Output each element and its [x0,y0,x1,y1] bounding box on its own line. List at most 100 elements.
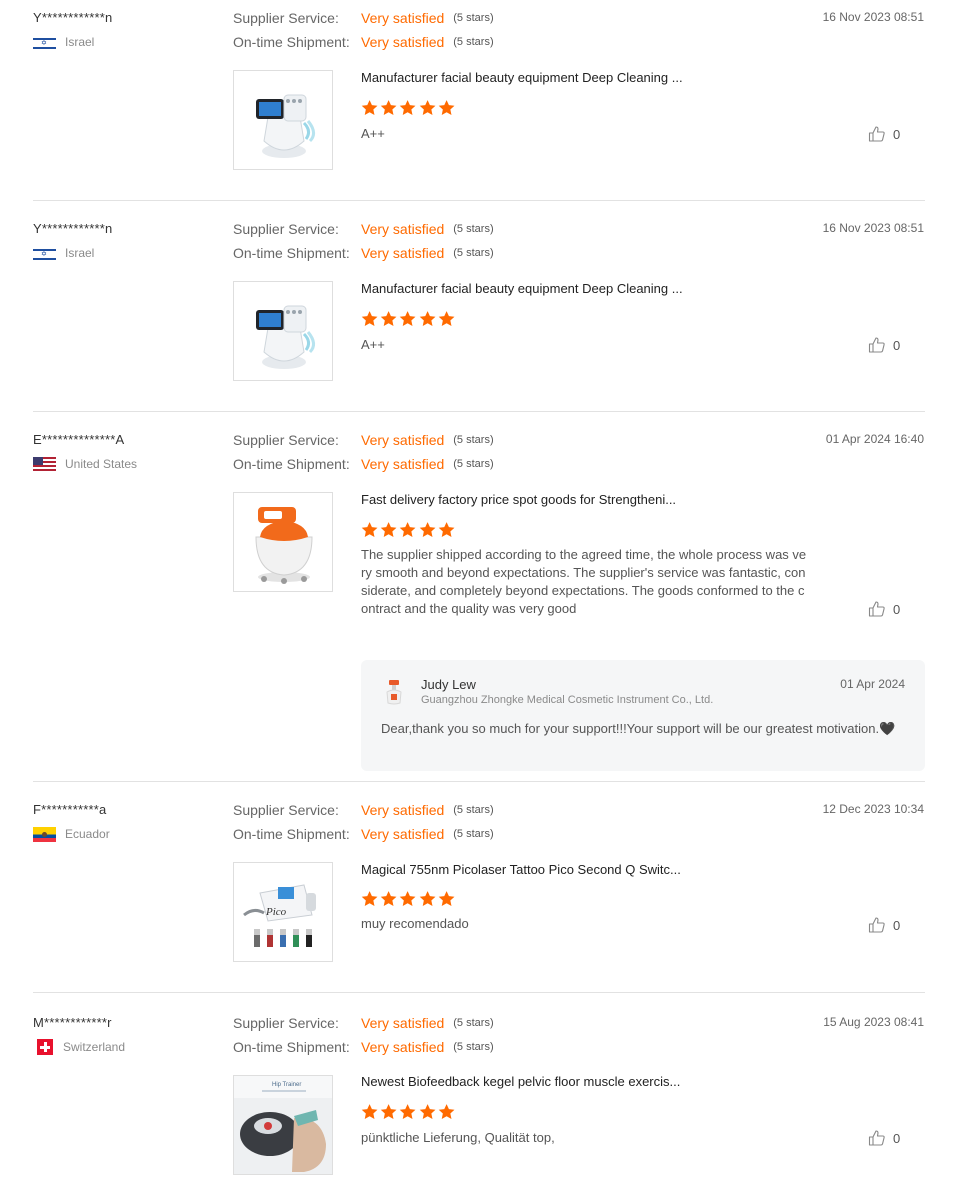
like-button[interactable]: 0 [868,125,900,143]
like-count: 0 [893,917,901,933]
star-icon [400,891,416,907]
supplier-service-rating: Supplier Service: Very satisfied (5 star… [233,9,494,27]
rating-label: Supplier Service: [233,432,339,448]
product-image[interactable] [233,70,333,170]
rating-value: Very satisfied [361,432,445,448]
like-button[interactable]: 0 [868,1129,900,1147]
reply-date: 01 Apr 2024 [840,677,905,691]
review-text: muy recomendado [361,916,469,931]
product-title[interactable]: Magical 755nm Picolaser Tattoo Pico Seco… [361,862,681,877]
star-icon [361,891,378,907]
star-icon [438,311,455,327]
star-icon [361,1104,378,1120]
rating-stars-text: (5 stars) [453,434,494,446]
like-button[interactable]: 0 [868,600,900,618]
thumbs-up-icon [868,601,885,617]
product-star-rating [360,1103,456,1121]
star-icon [400,1104,416,1120]
review-date: 16 Nov 2023 08:51 [822,10,924,24]
country-name: Ecuador [65,827,110,841]
rating-value: Very satisfied [361,1039,445,1055]
ontime-shipment-rating: On-time Shipment: Very satisfied (5 star… [233,244,494,262]
rating-label: On-time Shipment: [233,456,350,472]
product-image[interactable]: Pico [233,862,333,962]
product-image[interactable]: Hip Trainer [233,1075,333,1175]
rating-value: Very satisfied [361,1015,445,1031]
product-title[interactable]: Manufacturer facial beauty equipment Dee… [361,281,683,296]
rating-stars-text: (5 stars) [453,804,494,816]
rating-label: On-time Shipment: [233,826,350,842]
israel-flag-icon: ✡ [33,34,56,50]
ecuador-flag-icon [33,826,56,842]
star-icon [380,311,397,327]
star-icon [380,522,397,538]
rating-label: Supplier Service: [233,802,339,818]
star-icon [380,1104,397,1120]
rating-value: Very satisfied [361,221,445,237]
star-icon [361,100,378,116]
buyer-country: Switzerland [33,1039,125,1055]
product-title[interactable]: Manufacturer facial beauty equipment Dee… [361,70,683,85]
star-icon [380,891,397,907]
buyer-country: ✡ Israel [33,245,94,261]
united-states-flag-icon [33,456,56,472]
star-icon [400,311,416,327]
rating-stars-text: (5 stars) [453,12,494,24]
ontime-shipment-rating: On-time Shipment: Very satisfied (5 star… [233,455,494,473]
star-icon [419,100,436,116]
product-star-rating [360,890,456,908]
supplier-service-rating: Supplier Service: Very satisfied (5 star… [233,431,494,449]
review-date: 01 Apr 2024 16:40 [825,432,924,446]
star-icon [438,522,455,538]
reply-author-name: Judy Lew [421,677,476,692]
thumbs-up-icon [868,1130,885,1146]
rating-stars-text: (5 stars) [453,223,494,235]
supplier-reply: Judy Lew Guangzhou Zhongke Medical Cosme… [361,660,925,771]
country-name: Israel [65,35,95,49]
supplier-avatar [386,680,402,705]
ontime-shipment-rating: On-time Shipment: Very satisfied (5 star… [233,33,494,51]
rating-value: Very satisfied [361,245,445,261]
star-icon [361,522,378,538]
reply-company: Guangzhou Zhongke Medical Cosmetic Instr… [421,694,714,706]
like-button[interactable]: 0 [868,916,900,934]
product-image[interactable] [233,281,333,381]
country-name: Israel [65,246,95,260]
supplier-service-rating: Supplier Service: Very satisfied (5 star… [233,801,494,819]
review-date: 16 Nov 2023 08:51 [822,221,924,235]
review-text: pünktliche Lieferung, Qualität top, [361,1130,555,1145]
country-name: Switzerland [63,1040,126,1054]
buyer-name: M************r [33,1015,112,1030]
star-icon [400,100,416,116]
like-count: 0 [893,126,901,142]
product-title[interactable]: Newest Biofeedback kegel pelvic floor mu… [361,1074,680,1089]
review-text: The supplier shipped according to the ag… [361,547,807,616]
rating-stars-text: (5 stars) [453,1041,494,1053]
product-title[interactable]: Fast delivery factory price spot goods f… [361,492,676,507]
like-count: 0 [893,1130,901,1146]
rating-value: Very satisfied [361,456,445,472]
rating-label: On-time Shipment: [233,245,350,261]
rating-value: Very satisfied [361,826,445,842]
review-divider [33,992,925,993]
review-divider [33,200,925,201]
like-button[interactable]: 0 [868,336,900,354]
product-image-caption: Pico [265,906,287,918]
thumbs-up-icon [868,126,885,142]
star-icon [400,522,416,538]
supplier-service-rating: Supplier Service: Very satisfied (5 star… [233,1014,494,1032]
star-icon [361,311,378,327]
product-star-rating [360,521,456,539]
switzerland-flag-icon [37,1039,53,1055]
buyer-name: Y************n [33,221,113,236]
star-icon [419,522,436,538]
rating-stars-text: (5 stars) [453,247,494,259]
ontime-shipment-rating: On-time Shipment: Very satisfied (5 star… [233,1038,494,1056]
ontime-shipment-rating: On-time Shipment: Very satisfied (5 star… [233,825,494,843]
rating-value: Very satisfied [361,34,445,50]
review-divider [33,411,925,412]
product-image[interactable] [233,492,333,592]
buyer-name: F***********a [33,802,107,817]
buyer-country: Ecuador [33,826,110,842]
rating-stars-text: (5 stars) [453,36,494,48]
